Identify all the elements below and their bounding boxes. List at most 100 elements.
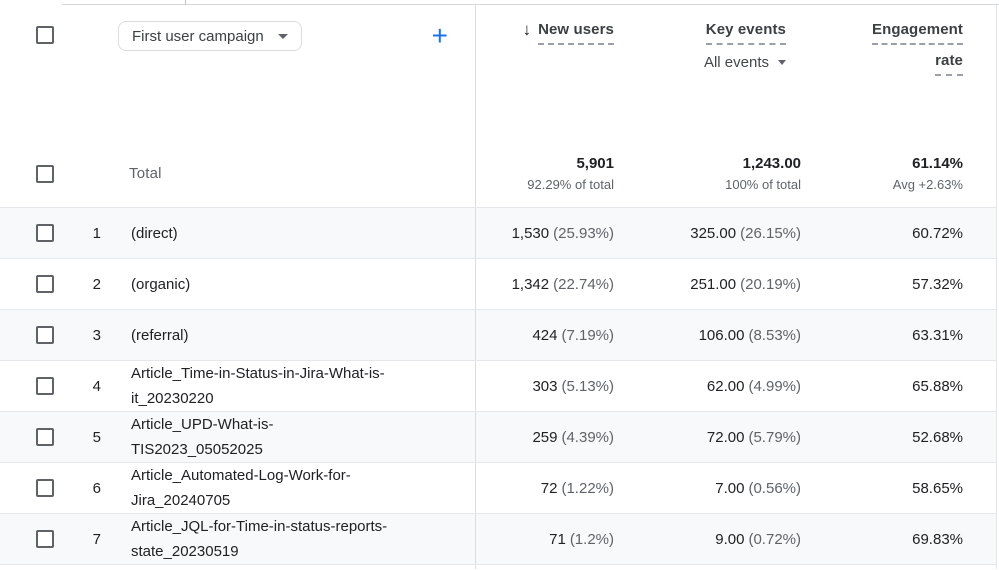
totals-key-events-value: 1,243.00 <box>742 155 801 172</box>
row-checkbox[interactable] <box>36 377 54 395</box>
row-dimension-value: (direct) <box>131 221 178 246</box>
totals-spacer <box>963 140 999 207</box>
table-row[interactable]: 2 (organic) 1,342 (22.74%) 251.00 (20.19… <box>0 258 996 309</box>
column-header-key-events[interactable]: Key events All events <box>614 5 801 140</box>
key-events-percent: (8.53%) <box>748 326 801 344</box>
totals-key-events-subtext: 100% of total <box>725 177 801 192</box>
table-row[interactable]: 4 Article_Time-in-Status-in-Jira-What-is… <box>0 360 996 411</box>
table-header-left: First user campaign + <box>0 5 475 140</box>
table-header: First user campaign + ↓ New users Key ev… <box>0 5 996 140</box>
row-left: 3 (referral) <box>0 310 475 360</box>
new-users-percent: (1.22%) <box>561 479 614 497</box>
key-events-percent: (20.19%) <box>740 275 801 293</box>
select-all-checkbox[interactable] <box>36 26 54 44</box>
column-label-rate: rate <box>935 52 963 76</box>
new-users-percent: (5.13%) <box>561 377 614 395</box>
key-events-filter-label: All events <box>703 54 769 71</box>
dimension-line: (organic) <box>131 275 191 293</box>
key-events-cell: 62.00 (4.99%) <box>614 361 801 411</box>
row-right: 1,530 (25.93%) 325.00 (26.15%) 60.72% <box>475 208 999 258</box>
row-checkbox[interactable] <box>36 275 54 293</box>
new-users-value: 259 <box>532 428 558 446</box>
table-row[interactable]: 1 (direct) 1,530 (25.93%) 325.00 (26.15%… <box>0 207 996 258</box>
key-events-cell: 325.00 (26.15%) <box>614 208 801 258</box>
dimension-line: Article_UPD-What-is- <box>131 416 274 433</box>
table-row[interactable]: 7 Article_JQL-for-Time-in-status-reports… <box>0 513 996 564</box>
key-events-cell: 72.00 (5.79%) <box>614 412 801 462</box>
totals-new-users-cell: 5,901 92.29% of total <box>476 140 614 207</box>
key-events-percent: (0.56%) <box>748 479 801 497</box>
row-spacer <box>963 361 999 411</box>
row-dimension-value: (referral) <box>131 323 189 348</box>
row-checkbox[interactable] <box>36 326 54 344</box>
column-header-engagement-rate[interactable]: Engagement rate <box>801 5 963 140</box>
row-dimension-value: Article_JQL-for-Time-in-status-reports-s… <box>131 514 387 564</box>
new-users-percent: (4.39%) <box>561 428 614 446</box>
new-users-cell: 71 (1.2%) <box>476 514 614 564</box>
column-label-engagement: Engagement <box>871 21 963 45</box>
engagement-rate-cell: 63.31% <box>801 310 963 360</box>
row-index: 5 <box>92 428 101 446</box>
table-row[interactable]: 3 (referral) 424 (7.19%) 106.00 (8.53%) … <box>0 309 996 360</box>
dimension-line: state_20230519 <box>131 543 239 560</box>
header-spacer <box>963 5 999 140</box>
totals-new-users-subtext: 92.29% of total <box>527 177 614 192</box>
column-header-new-users[interactable]: ↓ New users <box>476 5 614 140</box>
key-events-percent: (0.72%) <box>748 530 801 548</box>
row-index: 4 <box>92 377 101 395</box>
add-dimension-button[interactable]: + <box>432 22 448 50</box>
key-events-cell: 9.00 (0.72%) <box>614 514 801 564</box>
row-right: 303 (5.13%) 62.00 (4.99%) 65.88% <box>475 361 999 411</box>
key-events-value: 325.00 <box>690 224 737 242</box>
totals-checkbox[interactable] <box>36 164 54 183</box>
chevron-down-icon <box>277 33 288 39</box>
new-users-cell: 72 (1.22%) <box>476 463 614 513</box>
new-users-value: 424 <box>532 326 558 344</box>
row-checkbox[interactable] <box>36 428 54 446</box>
table-body: 1 (direct) 1,530 (25.93%) 325.00 (26.15%… <box>0 207 996 564</box>
totals-row-left: Total <box>0 140 475 207</box>
engagement-rate-cell: 57.32% <box>801 259 963 309</box>
row-dimension-value: Article_UPD-What-is- TIS2023_05052025 <box>131 412 274 462</box>
row-index: 2 <box>92 275 101 293</box>
new-users-cell: 303 (5.13%) <box>476 361 614 411</box>
engagement-rate-cell: 69.83% <box>801 514 963 564</box>
row-spacer <box>963 412 999 462</box>
row-index: 1 <box>92 224 101 242</box>
row-right: 1,342 (22.74%) 251.00 (20.19%) 57.32% <box>475 259 999 309</box>
key-events-filter-dropdown[interactable]: All events <box>704 54 786 71</box>
engagement-rate-cell: 58.65% <box>801 463 963 513</box>
new-users-value: 1,530 <box>511 224 550 242</box>
analytics-report-table: First user campaign + ↓ New users Key ev… <box>0 0 999 570</box>
key-events-value: 9.00 <box>715 530 745 548</box>
key-events-percent: (4.99%) <box>748 377 801 395</box>
dimension-line: (referral) <box>131 326 189 344</box>
row-spacer <box>963 463 999 513</box>
row-right: 259 (4.39%) 72.00 (5.79%) 52.68% <box>475 412 999 462</box>
key-events-cell: 106.00 (8.53%) <box>614 310 801 360</box>
table-row[interactable]: 5 Article_UPD-What-is- TIS2023_05052025 2… <box>0 411 996 462</box>
row-checkbox[interactable] <box>36 530 54 548</box>
sort-descending-icon: ↓ <box>522 20 532 39</box>
new-users-cell: 1,530 (25.93%) <box>476 208 614 258</box>
dimension-line: TIS2023_05052025 <box>131 441 263 458</box>
key-events-value: 251.00 <box>690 275 737 293</box>
table-row[interactable]: 6 Article_Automated-Log-Work-for- Jira_20… <box>0 462 996 513</box>
engagement-rate-value: 63.31% <box>912 326 963 344</box>
key-events-value: 62.00 <box>706 377 745 395</box>
row-left: 2 (organic) <box>0 259 475 309</box>
dimension-selector[interactable]: First user campaign <box>118 21 302 51</box>
row-dimension-value: Article_Automated-Log-Work-for- Jira_2024… <box>131 463 351 513</box>
totals-row-right: 5,901 92.29% of total 1,243.00 100% of t… <box>475 140 999 207</box>
new-users-percent: (1.2%) <box>569 530 614 548</box>
key-events-value: 72.00 <box>706 428 745 446</box>
row-left: 1 (direct) <box>0 208 475 258</box>
row-checkbox[interactable] <box>36 224 54 242</box>
engagement-rate-value: 60.72% <box>912 224 963 242</box>
row-checkbox[interactable] <box>36 479 54 497</box>
new-users-cell: 1,342 (22.74%) <box>476 259 614 309</box>
totals-key-events-cell: 1,243.00 100% of total <box>614 140 801 207</box>
row-right: 424 (7.19%) 106.00 (8.53%) 63.31% <box>475 310 999 360</box>
engagement-rate-cell: 65.88% <box>801 361 963 411</box>
row-spacer <box>963 310 999 360</box>
